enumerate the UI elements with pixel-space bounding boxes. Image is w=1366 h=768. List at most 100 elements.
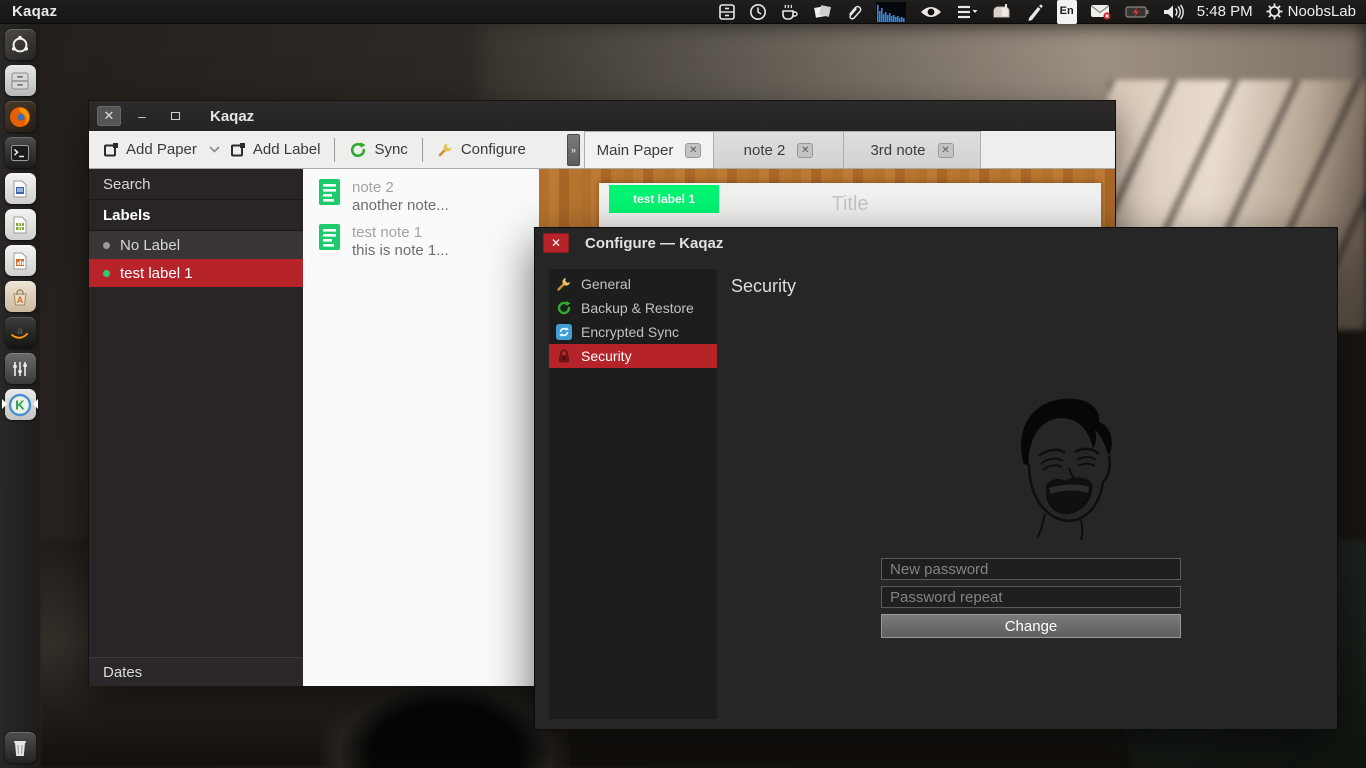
- dialog-close-button[interactable]: ✕: [543, 233, 569, 253]
- new-password-input[interactable]: [881, 558, 1181, 580]
- system-settings-icon: [13, 361, 27, 376]
- launcher-item-ubuntu-dash[interactable]: [3, 28, 37, 61]
- paper-tabs: Main Paper ✕ note 2 ✕ 3rd note ✕: [584, 131, 981, 168]
- clock-icon[interactable]: [749, 0, 767, 24]
- tab-main-paper[interactable]: Main Paper ✕: [584, 131, 714, 168]
- launcher-item-amazon[interactable]: a: [3, 316, 37, 349]
- kaqaz-toolbar-row: Add Paper Add Label Sync Configure » Mai…: [89, 131, 1115, 169]
- tab-note-2[interactable]: note 2 ✕: [714, 131, 844, 168]
- label-dot-icon: [103, 269, 110, 277]
- launcher-item-files[interactable]: [3, 64, 37, 97]
- nav-item-security[interactable]: Security: [549, 344, 717, 368]
- nav-item-general[interactable]: General: [549, 272, 717, 296]
- launcher-item-firefox[interactable]: [3, 100, 37, 133]
- mailbox-icon[interactable]: [991, 0, 1013, 24]
- ubuntu-dash-icon: [12, 35, 28, 52]
- note-list-item[interactable]: note 2 another note...: [303, 175, 539, 220]
- keyboard-layout-indicator[interactable]: En: [1056, 0, 1077, 24]
- configure-titlebar[interactable]: ✕ Configure — Kaqaz: [535, 228, 1337, 258]
- coffee-break-icon[interactable]: [780, 0, 800, 24]
- sidebar-labels-header[interactable]: Labels: [89, 200, 303, 231]
- nav-item-encrypted-sync[interactable]: Encrypted Sync: [549, 320, 717, 344]
- launcher-item-trash[interactable]: [3, 731, 37, 764]
- window-minimize-button[interactable]: –: [130, 106, 154, 126]
- laughing-meme-illustration: [1021, 398, 1112, 541]
- change-password-button[interactable]: Change: [881, 614, 1181, 638]
- password-repeat-input[interactable]: [881, 586, 1181, 608]
- sidebar-dates[interactable]: Dates: [89, 657, 303, 686]
- files-icon: [11, 72, 29, 89]
- amazon-icon: a: [11, 326, 29, 339]
- desktop: Kaqaz En 5:48 PM NoobsLab A a K ✕ – Kaqa…: [0, 0, 1366, 768]
- panel-app-title: Kaqaz: [12, 3, 58, 20]
- launcher-item-libreoffice-writer[interactable]: [3, 172, 37, 205]
- tab-label: Main Paper: [596, 141, 674, 159]
- panel-clock-label[interactable]: 5:48 PM: [1197, 0, 1253, 24]
- add-label-button[interactable]: Add Label: [230, 141, 320, 158]
- add-paper-label: Add Paper: [126, 141, 197, 158]
- nav-label: General: [581, 276, 631, 292]
- paper-label-tag[interactable]: test label 1: [609, 185, 719, 213]
- configure-button[interactable]: Configure: [437, 141, 526, 158]
- note-list-item[interactable]: test note 1 this is note 1...: [303, 220, 539, 265]
- session-gear-icon: [1266, 3, 1283, 20]
- sidebar-label-no-label[interactable]: No Label: [89, 231, 303, 259]
- tab-3rd-note[interactable]: 3rd note ✕: [844, 131, 981, 168]
- note-document-icon: [319, 224, 340, 250]
- top-panel: Kaqaz En 5:48 PM NoobsLab: [0, 0, 1366, 24]
- toolbar-overflow-button[interactable]: »: [567, 133, 580, 166]
- add-paper-button[interactable]: Add Paper: [103, 141, 197, 158]
- window-maximize-button[interactable]: [163, 106, 187, 126]
- note-document-icon: [319, 179, 340, 205]
- sticky-notes-icon[interactable]: [813, 0, 832, 24]
- power-battery-icon[interactable]: [1125, 0, 1149, 24]
- libreoffice-calc-icon: [13, 216, 27, 233]
- session-menu[interactable]: NoobsLab: [1266, 0, 1356, 24]
- configure-nav: General Backup & Restore Encrypted Sync …: [549, 269, 717, 719]
- software-center-icon: A: [13, 288, 27, 305]
- paperclip-attach-icon[interactable]: [845, 0, 863, 24]
- firefox-icon: [10, 106, 30, 127]
- tab-close-icon[interactable]: ✕: [797, 142, 814, 158]
- eye-privacy-icon[interactable]: [919, 0, 943, 24]
- kaqaz-icon: K: [8, 393, 32, 416]
- volume-icon[interactable]: [1162, 0, 1184, 24]
- labels-header-label: Labels: [103, 206, 151, 224]
- archive-drawer-icon[interactable]: [718, 0, 736, 24]
- sidebar-search[interactable]: Search: [89, 169, 303, 200]
- password-form: Change: [881, 558, 1181, 638]
- sidebar-label-test-label-1[interactable]: test label 1: [89, 259, 303, 287]
- toolbar-separator: [421, 137, 423, 162]
- security-section-heading: Security: [731, 276, 797, 296]
- launcher-item-libreoffice-impress[interactable]: [3, 244, 37, 277]
- trash-icon: [14, 740, 26, 756]
- launcher-item-libreoffice-calc[interactable]: [3, 208, 37, 241]
- launcher-item-terminal[interactable]: [3, 136, 37, 169]
- tab-close-icon[interactable]: ✕: [937, 142, 954, 158]
- window-close-button[interactable]: ✕: [97, 106, 121, 126]
- launcher: A a K: [0, 24, 40, 768]
- mail-notifier-icon[interactable]: [1090, 0, 1112, 24]
- note-preview: another note...: [352, 197, 449, 214]
- launcher-item-software-center[interactable]: A: [3, 280, 37, 313]
- note-title: test note 1: [352, 224, 423, 241]
- system-monitor-graph-icon[interactable]: [875, 0, 906, 24]
- toolbar-separator: [334, 137, 336, 162]
- tab-close-icon[interactable]: ✕: [685, 142, 702, 158]
- sync-icon: [351, 141, 367, 157]
- label-name: test label 1: [120, 264, 193, 282]
- launcher-item-kaqaz[interactable]: K: [2, 388, 38, 421]
- indicator-menu-icon[interactable]: [956, 0, 978, 24]
- launcher-item-system-settings[interactable]: [3, 352, 37, 385]
- tab-label: 3rd note: [870, 141, 926, 159]
- dialog-title: Configure — Kaqaz: [585, 234, 724, 252]
- window-title: Kaqaz: [210, 107, 255, 125]
- tablet-pen-icon[interactable]: [1026, 0, 1044, 24]
- configure-label: Configure: [460, 141, 526, 158]
- kaqaz-titlebar[interactable]: ✕ – Kaqaz: [89, 101, 1115, 131]
- sync-button[interactable]: Sync: [349, 141, 408, 159]
- nav-label: Backup & Restore: [581, 300, 694, 316]
- nav-item-backup-restore[interactable]: Backup & Restore: [549, 296, 717, 320]
- add-paper-dropdown-chevron-icon[interactable]: [209, 146, 220, 153]
- nav-label: Encrypted Sync: [581, 324, 680, 340]
